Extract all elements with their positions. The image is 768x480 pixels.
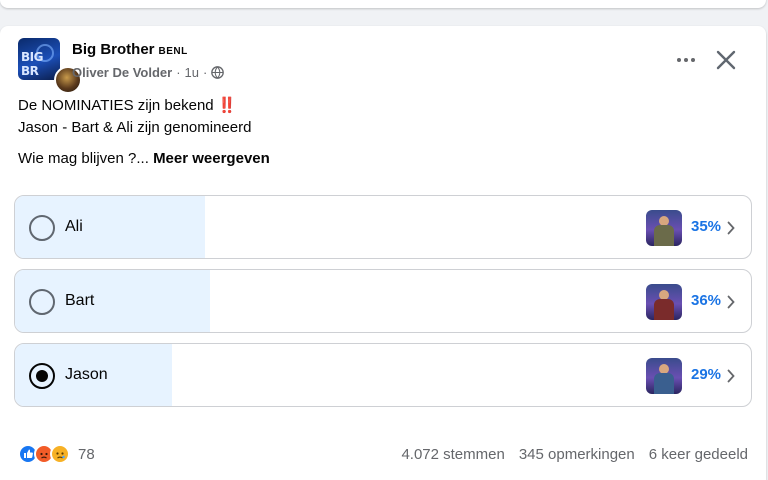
double-exclamation-emoji: ‼️ [217, 97, 237, 114]
globe-icon [211, 66, 225, 79]
more-options-button[interactable] [672, 48, 700, 72]
radio-button-selected[interactable] [29, 363, 55, 389]
chevron-right-icon[interactable] [727, 369, 735, 383]
post-text-line-3: Wie mag blijven ?... Meer weergeven [18, 148, 738, 170]
share-count[interactable]: 6 keer gedeeld [649, 446, 748, 463]
poll-option-bart[interactable]: Bart 36% [14, 269, 752, 333]
post-text-line-1: De NOMINATIES zijn bekend ‼️ [18, 95, 738, 117]
more-horizontal-icon [677, 58, 681, 62]
chevron-right-icon[interactable] [727, 295, 735, 309]
poll-option-label: Ali [65, 218, 83, 235]
poll-percentage[interactable]: 36% [691, 292, 721, 309]
meta-separator-2: · [203, 65, 208, 80]
poll-option-ali[interactable]: Ali 35% [14, 195, 752, 259]
post-text-line-3-text: Wie mag blijven ?... [18, 150, 149, 167]
voter-photo[interactable] [646, 284, 682, 320]
poll-percentage[interactable]: 29% [691, 366, 721, 383]
more-dot [684, 58, 688, 62]
more-dot [691, 58, 695, 62]
post-text-line-1-text: De NOMINATIES zijn bekend [18, 97, 214, 114]
poll-percentage[interactable]: 35% [691, 218, 721, 235]
poll-option-label: Bart [65, 292, 95, 309]
see-more-link[interactable]: Meer weergeven [153, 150, 270, 167]
poll-option-jason[interactable]: Jason 29% [14, 343, 752, 407]
post-time[interactable]: 1u [185, 65, 199, 80]
page-badge: BENL [158, 46, 188, 57]
chevron-right-icon[interactable] [727, 221, 735, 235]
post-text-line-2: Jason - Bart & Ali zijn genomineerd [18, 119, 252, 136]
meta-separator: · [176, 65, 181, 80]
vote-count[interactable]: 4.072 stemmen [401, 446, 504, 463]
voter-photo[interactable] [646, 358, 682, 394]
radio-button[interactable] [29, 215, 55, 241]
voter-photo[interactable] [646, 210, 682, 246]
reaction-count: 78 [78, 445, 95, 463]
page-name-label[interactable]: Big Brother [72, 41, 155, 58]
post-meta: Oliver De Volder · 1u · [72, 65, 225, 80]
post-footer: 78 4.072 stemmen 345 opmerkingen 6 keer … [18, 444, 748, 468]
photo-body [654, 299, 674, 320]
reactions-summary[interactable]: 78 [18, 444, 95, 464]
author-name[interactable]: Oliver De Volder [72, 65, 172, 80]
photo-body [654, 225, 674, 246]
sad-reaction-icon [50, 444, 70, 464]
close-icon[interactable] [712, 46, 740, 74]
post-text: De NOMINATIES zijn bekend ‼️ Jason - Bar… [18, 95, 738, 170]
comment-count[interactable]: 345 opmerkingen [519, 446, 635, 463]
page-avatar[interactable]: BIG BR [18, 38, 82, 94]
radio-button[interactable] [29, 289, 55, 315]
page-name[interactable]: Big Brother BENL [72, 41, 188, 58]
photo-body [654, 373, 674, 394]
post-card: BIG BR Big Brother BENL Oliver De Volder … [0, 26, 766, 480]
poll-option-label: Jason [65, 366, 108, 383]
previous-post-card [0, 0, 766, 8]
post-stats: 4.072 stemmen 345 opmerkingen 6 keer ged… [401, 446, 748, 463]
